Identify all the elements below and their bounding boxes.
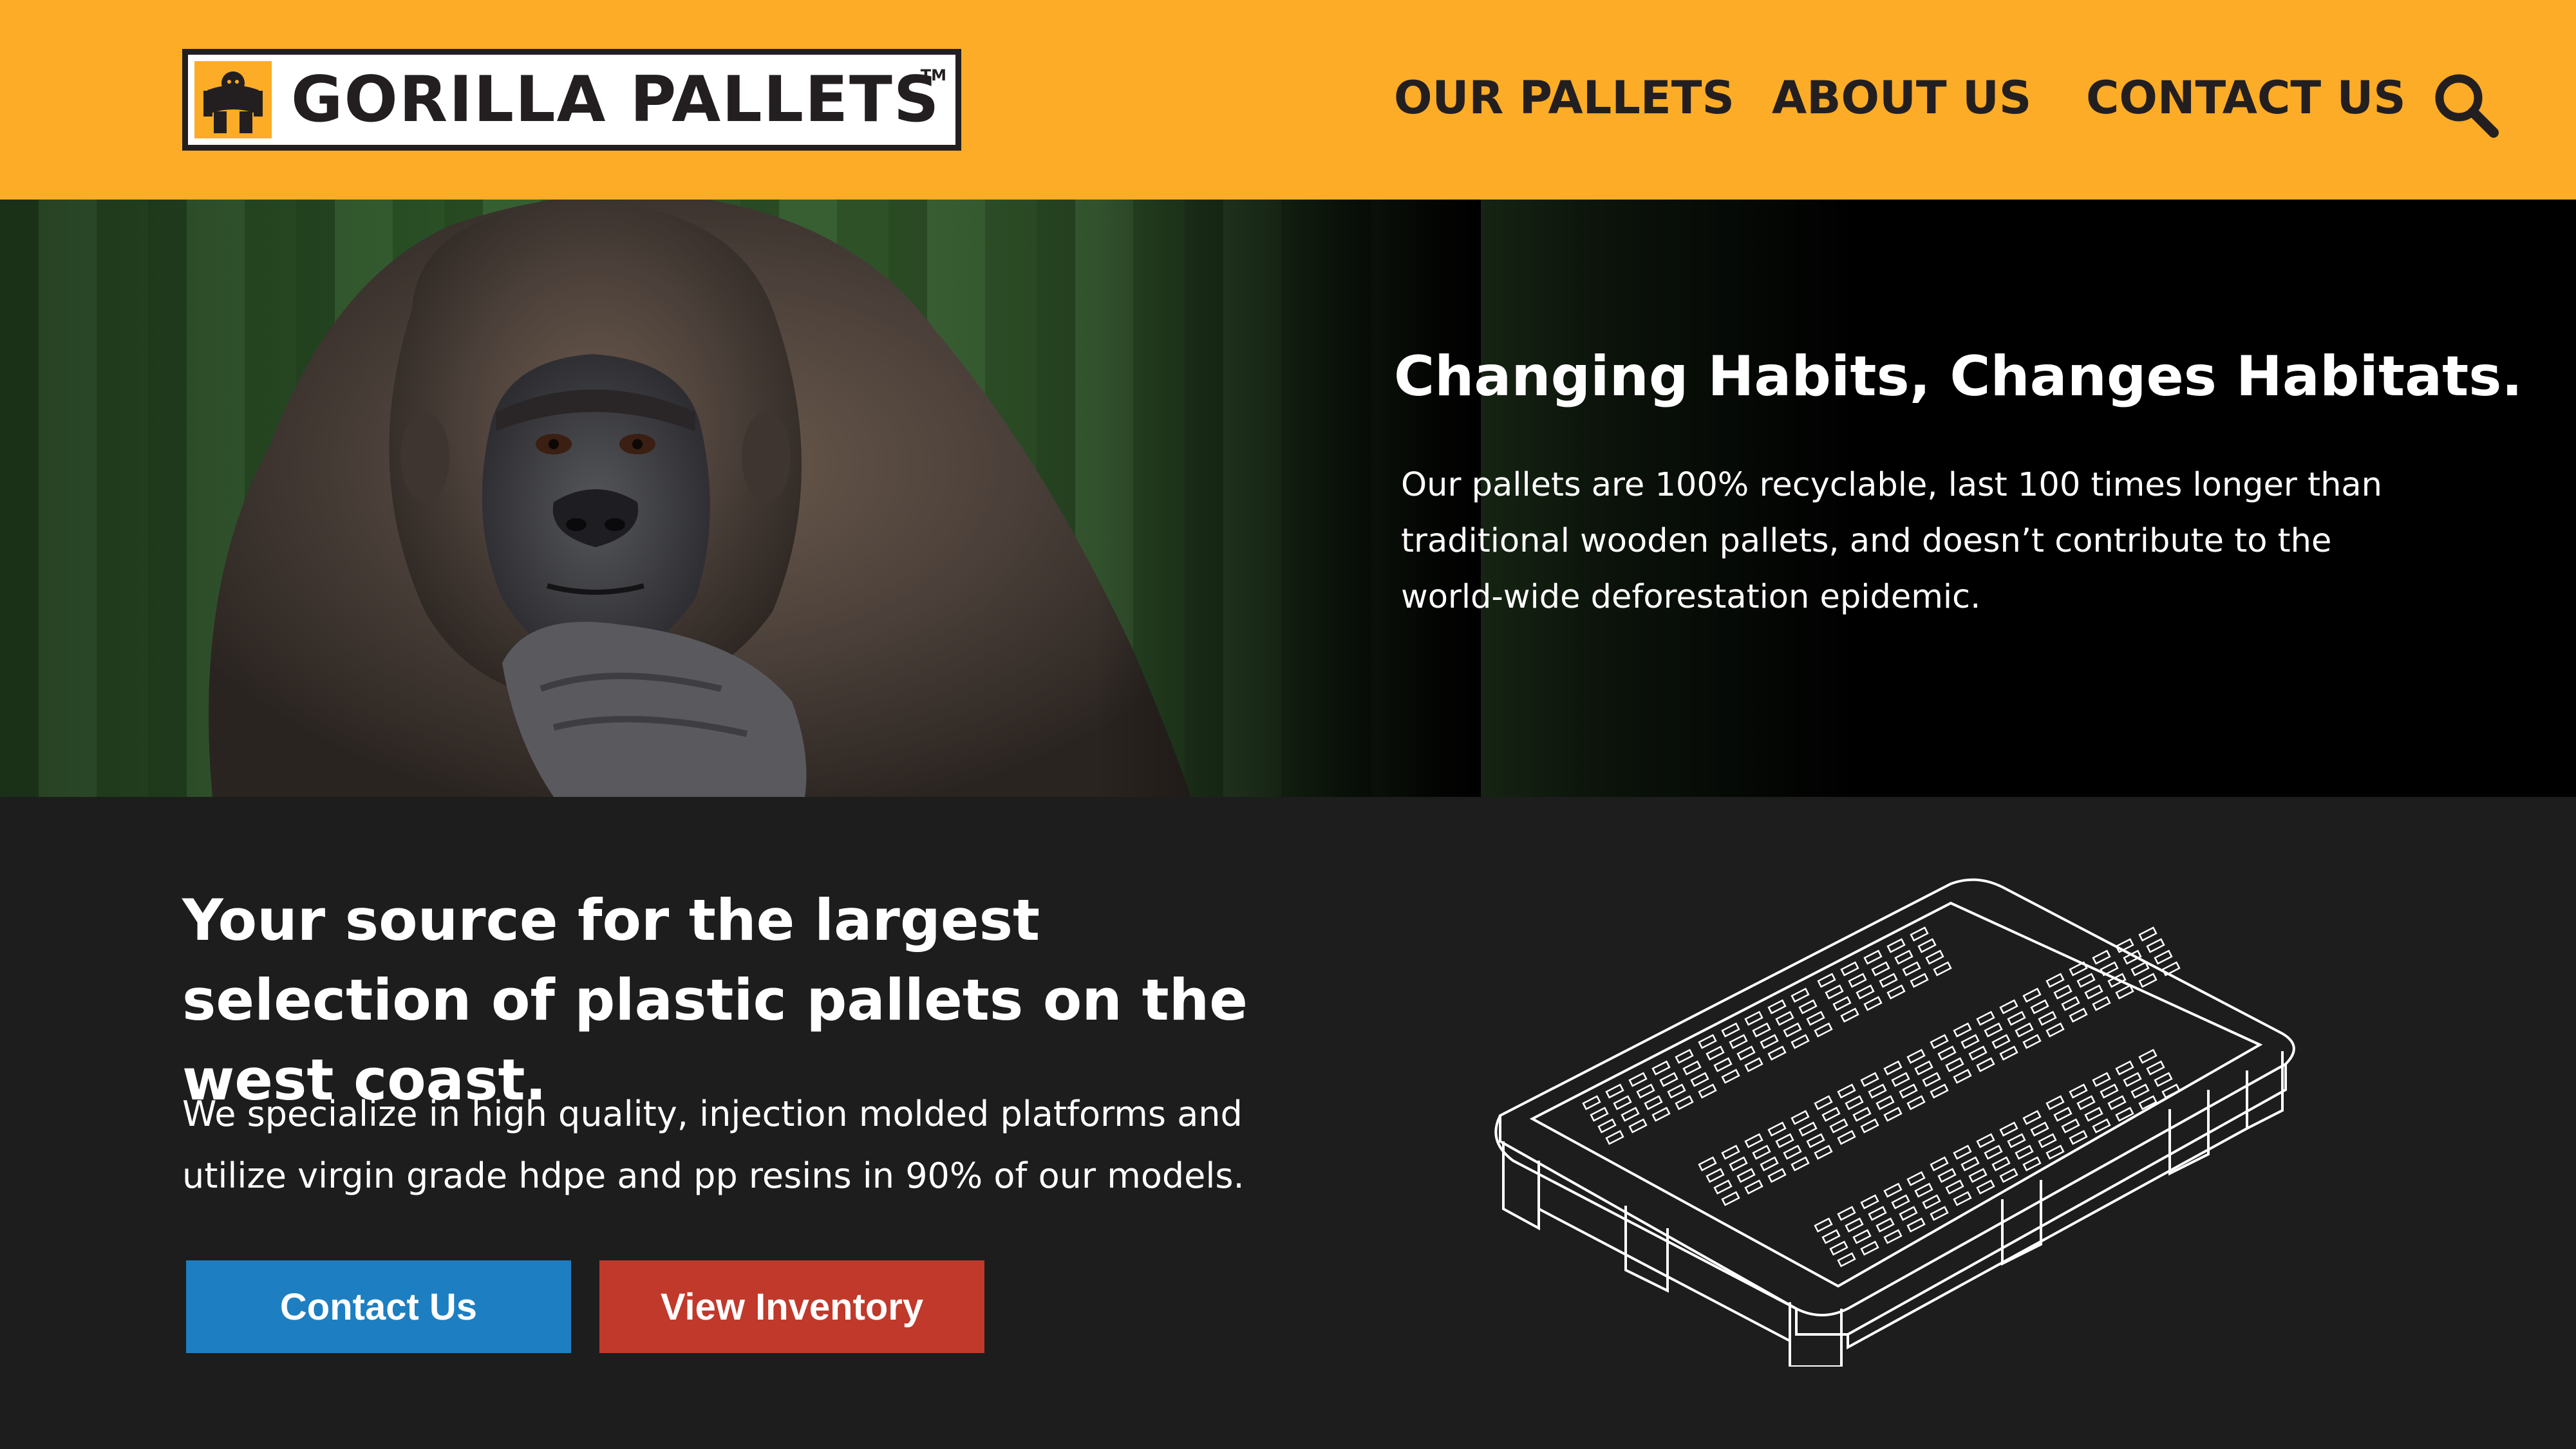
vent-slot-grid [1814,1171,1949,1267]
vent-slot-grid [2045,926,2181,1023]
hero-title: Changing Habits, Changes Habitats. [1394,344,2523,409]
nav-about-us[interactable]: ABOUT US [1772,71,2031,125]
contact-us-button[interactable]: Contact Us [186,1260,571,1353]
nav-our-pallets[interactable]: OUR PALLETS [1394,71,1735,125]
trademark-mark: TM [920,66,946,84]
vent-slot-grid [1930,987,2065,1084]
vent-slot-grid [1930,1110,2065,1206]
hero-banner: Changing Habits, Changes Habitats. Our p… [0,200,2576,797]
logo-wordmark: GORILLA PALLETS [291,63,941,136]
plastic-pallet-illustration [1494,878,2295,1367]
gorilla-pallets-logo[interactable]: GORILLA PALLETS TM [182,49,961,151]
gorilla-photo [209,200,1481,797]
selection-section: Your source for the largest selection of… [0,797,2576,1449]
search-icon[interactable] [2430,70,2501,140]
nav-contact-us[interactable]: CONTACT US [2086,71,2406,125]
view-inventory-button[interactable]: View Inventory [599,1260,984,1353]
vent-slot-grid [1814,1049,1949,1145]
gorilla-icon [194,61,272,138]
top-bar: GORILLA PALLETS TM OUR PALLETS ABOUT US … [0,0,2576,200]
hero-description: Our pallets are 100% recyclable, last 10… [1401,466,2382,616]
vent-slot-grid [1698,1110,1833,1206]
section-description: We specialize in high quality, injection… [182,1094,1245,1196]
